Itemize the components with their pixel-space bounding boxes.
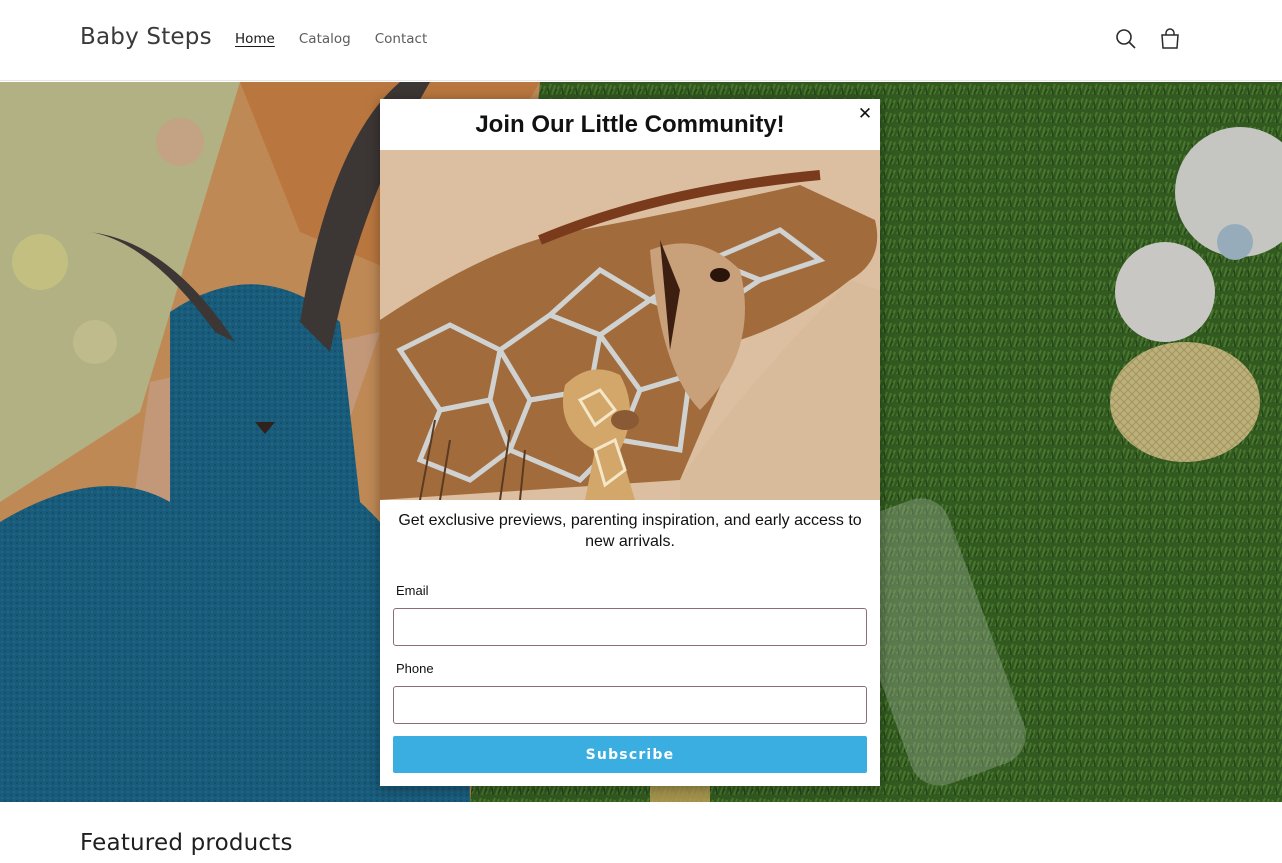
popup-description: Get exclusive previews, parenting inspir… <box>398 512 862 550</box>
site-logo[interactable]: Baby Steps <box>80 24 212 50</box>
featured-products-heading: Featured products <box>80 830 293 856</box>
close-icon[interactable]: ✕ <box>856 104 874 124</box>
giraffe-illustration <box>380 150 880 500</box>
site-header: Baby Steps Home Catalog Contact <box>0 0 1282 81</box>
phone-label: Phone <box>396 661 434 676</box>
subscribe-button[interactable]: Subscribe <box>393 736 867 773</box>
search-icon[interactable] <box>1113 26 1139 52</box>
cart-icon[interactable] <box>1157 26 1183 52</box>
popup-title: Join Our Little Community! <box>475 111 785 138</box>
nav-home[interactable]: Home <box>235 30 275 48</box>
email-label: Email <box>396 583 429 598</box>
phone-field[interactable] <box>393 686 867 724</box>
email-field[interactable] <box>393 608 867 646</box>
main-nav: Home Catalog Contact <box>235 30 451 48</box>
nav-catalog[interactable]: Catalog <box>299 30 351 48</box>
newsletter-popup: Join Our Little Community! ✕ Get exclusi… <box>380 99 880 786</box>
nav-contact[interactable]: Contact <box>375 30 428 48</box>
